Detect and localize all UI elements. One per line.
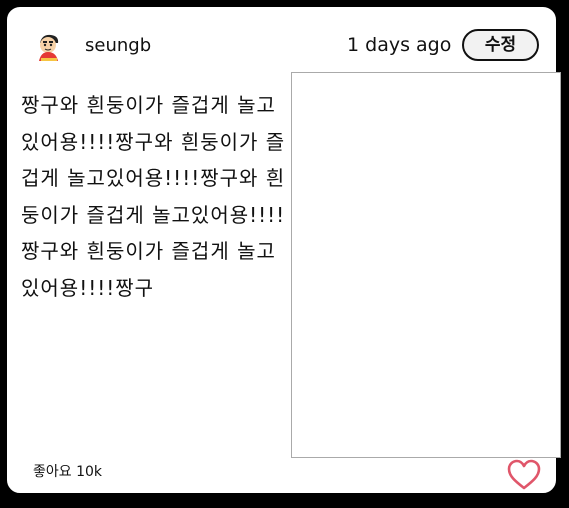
like-button[interactable] — [507, 459, 541, 491]
avatar[interactable] — [33, 31, 65, 63]
post-card: seungb 1 days ago 수정 짱구와 흰둥이가 즐겁게 놀고있어용!… — [4, 4, 561, 496]
heart-outline-icon — [507, 459, 541, 490]
post-timestamp: 1 days ago — [347, 34, 452, 56]
username[interactable]: seungb — [85, 35, 151, 56]
post-image — [291, 72, 561, 458]
like-count: 좋아요 10k — [33, 464, 103, 480]
edit-button[interactable]: 수정 — [462, 29, 539, 61]
post-content: 짱구와 흰둥이가 즐겁게 놀고있어용!!!!짱구와 흰둥이가 즐겁게 놀고있어용… — [21, 93, 286, 300]
shin-chan-avatar-icon — [39, 34, 59, 61]
post-header: seungb 1 days ago 수정 — [7, 7, 556, 73]
